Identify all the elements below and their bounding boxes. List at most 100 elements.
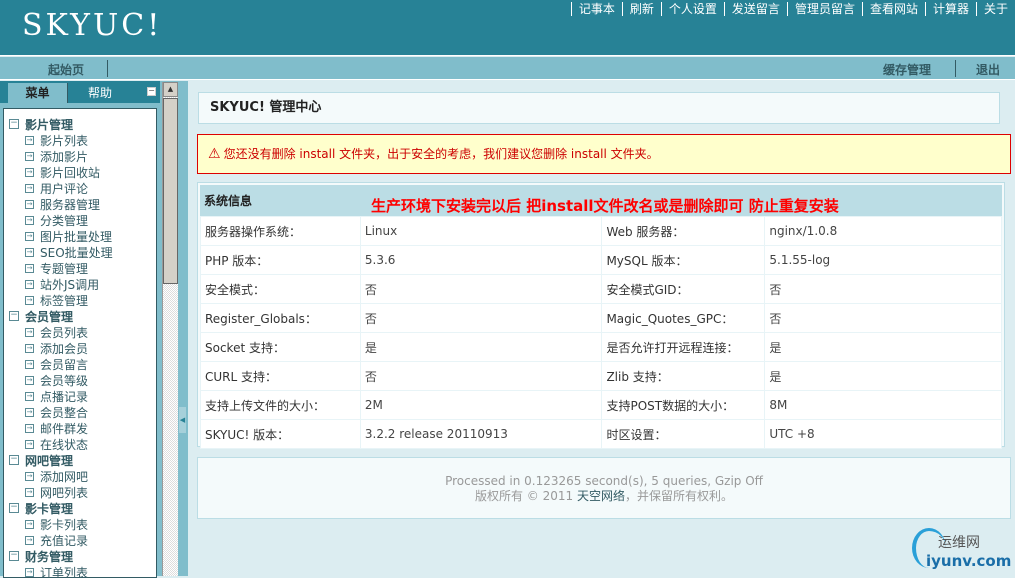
system-info-table: 服务器操作系统：LinuxWeb 服务器：nginx/1.0.8PHP 版本：5…: [200, 216, 1002, 449]
menu-item[interactable]: →添加网吧: [4, 468, 156, 484]
menu-item[interactable]: →SEO批量处理: [4, 244, 156, 260]
menu-item[interactable]: →分类管理: [4, 212, 156, 228]
tab-help[interactable]: 帮助: [70, 83, 130, 103]
arrow-right-icon: →: [25, 376, 34, 385]
company-link[interactable]: 天空网络: [577, 489, 625, 503]
menu-item[interactable]: →影卡列表: [4, 516, 156, 532]
nav-bar: 起始页 缓存管理 退出: [0, 57, 1015, 80]
system-info-title: 系统信息: [204, 192, 252, 209]
logo: SKYUC!: [22, 8, 162, 43]
arrow-right-icon: →: [25, 360, 34, 369]
menu-group[interactable]: −会员管理: [4, 308, 156, 324]
menu-item[interactable]: → 会员留言: [4, 356, 156, 372]
info-label: SKYUC! 版本：: [201, 420, 361, 449]
system-info-panel: 系统信息 生产环境下安装完以后 把install文件改名或是删除即可 防止重复安…: [197, 182, 1005, 447]
menu-item-label: 专题管理: [40, 260, 88, 277]
menu-group-title: 影片管理: [25, 116, 73, 133]
arrow-right-icon: →: [25, 344, 34, 353]
system-info-header: 系统信息 生产环境下安装完以后 把install文件改名或是删除即可 防止重复安…: [200, 185, 1002, 216]
menu-item[interactable]: → 充值记录: [4, 532, 156, 548]
info-label: CURL 支持：: [201, 362, 361, 391]
info-value: 是: [360, 333, 602, 362]
menu-item-label: 服务器管理: [40, 196, 100, 213]
top-nav-item[interactable]: 记事本: [571, 2, 622, 16]
menu-item[interactable]: →标签管理: [4, 292, 156, 308]
top-nav-item[interactable]: 个人设置: [661, 2, 724, 16]
footer: Processed in 0.123265 second(s), 5 queri…: [197, 457, 1011, 519]
menu-item[interactable]: →服务器管理: [4, 196, 156, 212]
menu-group[interactable]: −网吧管理: [4, 452, 156, 468]
menu-item[interactable]: →影片回收站: [4, 164, 156, 180]
arrow-right-icon: →: [25, 520, 34, 529]
collapse-icon[interactable]: −: [9, 455, 19, 465]
annotation-text: 生产环境下安装完以后 把install文件改名或是删除即可 防止重复安装: [371, 195, 839, 216]
menu-item[interactable]: →网吧列表: [4, 484, 156, 500]
info-label: 支持POST数据的大小：: [602, 391, 765, 420]
menu-item-label: 充值记录: [40, 532, 88, 549]
collapse-icon[interactable]: −: [9, 311, 19, 321]
scroll-thumb[interactable]: [163, 98, 178, 284]
info-value: 5.1.55-log: [765, 246, 1002, 275]
arrow-right-icon: →: [25, 536, 34, 545]
menu-item[interactable]: → 添加会员: [4, 340, 156, 356]
collapse-icon[interactable]: −: [9, 503, 19, 513]
sidebar-toggle-handle[interactable]: ◀: [178, 406, 187, 434]
info-value: 否: [765, 275, 1002, 304]
table-row: PHP 版本：5.3.6MySQL 版本：5.1.55-log: [201, 246, 1002, 275]
info-value: Linux: [360, 217, 602, 246]
menu-item[interactable]: →点播记录: [4, 388, 156, 404]
menu-item-label: 会员整合: [40, 404, 88, 421]
cache-link[interactable]: 缓存管理: [883, 61, 931, 78]
menu-item[interactable]: →会员等级: [4, 372, 156, 388]
menu-item[interactable]: →会员列表: [4, 324, 156, 340]
menu-item[interactable]: →影片列表: [4, 132, 156, 148]
menu-item[interactable]: →图片批量处理: [4, 228, 156, 244]
menu-item[interactable]: →会员整合: [4, 404, 156, 420]
scrollbar[interactable]: ▲: [162, 82, 178, 576]
info-label: Zlib 支持：: [602, 362, 765, 391]
menu-item[interactable]: →站外JS调用: [4, 276, 156, 292]
warning-box: ⚠您还没有删除 install 文件夹，出于安全的考虑，我们建议您删除 inst…: [197, 134, 1011, 174]
menu-item[interactable]: →添加影片: [4, 148, 156, 164]
top-nav-item[interactable]: 刷新: [622, 2, 661, 16]
divider: [107, 60, 108, 77]
top-nav-item[interactable]: 计算器: [925, 2, 976, 16]
info-value: 是: [765, 362, 1002, 391]
watermark-logo: 运维网 iyunv.com: [912, 528, 1012, 572]
collapse-icon[interactable]: −: [9, 551, 19, 561]
scroll-up-icon[interactable]: ▲: [163, 82, 178, 97]
info-label: Register_Globals：: [201, 304, 361, 333]
menu-item-label: 图片批量处理: [40, 228, 112, 245]
collapse-all-icon[interactable]: −: [147, 87, 156, 96]
info-value: 否: [360, 362, 602, 391]
menu-item-label: 添加会员: [40, 340, 88, 357]
collapse-icon[interactable]: −: [9, 119, 19, 129]
top-nav-item[interactable]: 关于: [976, 2, 1015, 16]
arrow-right-icon: →: [25, 296, 34, 305]
menu-item[interactable]: →专题管理: [4, 260, 156, 276]
top-nav-item[interactable]: 发送留言: [724, 2, 787, 16]
top-nav: 记事本刷新个人设置发送留言管理员留言查看网站计算器关于: [571, 2, 1015, 16]
arrow-right-icon: →: [25, 152, 34, 161]
top-nav-item[interactable]: 管理员留言: [787, 2, 862, 16]
info-value: nginx/1.0.8: [765, 217, 1002, 246]
menu-item[interactable]: →用户评论: [4, 180, 156, 196]
menu-group[interactable]: −影片管理: [4, 116, 156, 132]
top-nav-item[interactable]: 查看网站: [862, 2, 925, 16]
menu-tree: −影片管理→影片列表→添加影片→影片回收站→用户评论→服务器管理→分类管理→图片…: [3, 108, 157, 578]
home-link[interactable]: 起始页: [48, 61, 84, 78]
info-label: 服务器操作系统：: [201, 217, 361, 246]
warning-text: 您还没有删除 install 文件夹，出于安全的考虑，我们建议您删除 insta…: [224, 147, 659, 161]
menu-group[interactable]: −财务管理: [4, 548, 156, 564]
tab-menu[interactable]: 菜单: [8, 83, 68, 103]
info-value: 8M: [765, 391, 1002, 420]
menu-item[interactable]: →在线状态: [4, 436, 156, 452]
arrow-right-icon: →: [25, 136, 34, 145]
arrow-right-icon: →: [25, 280, 34, 289]
info-value: 否: [360, 275, 602, 304]
info-label: PHP 版本：: [201, 246, 361, 275]
menu-group[interactable]: −影卡管理: [4, 500, 156, 516]
menu-item[interactable]: →邮件群发: [4, 420, 156, 436]
menu-item-label: 会员留言: [40, 356, 88, 373]
logout-link[interactable]: 退出: [976, 61, 1000, 78]
